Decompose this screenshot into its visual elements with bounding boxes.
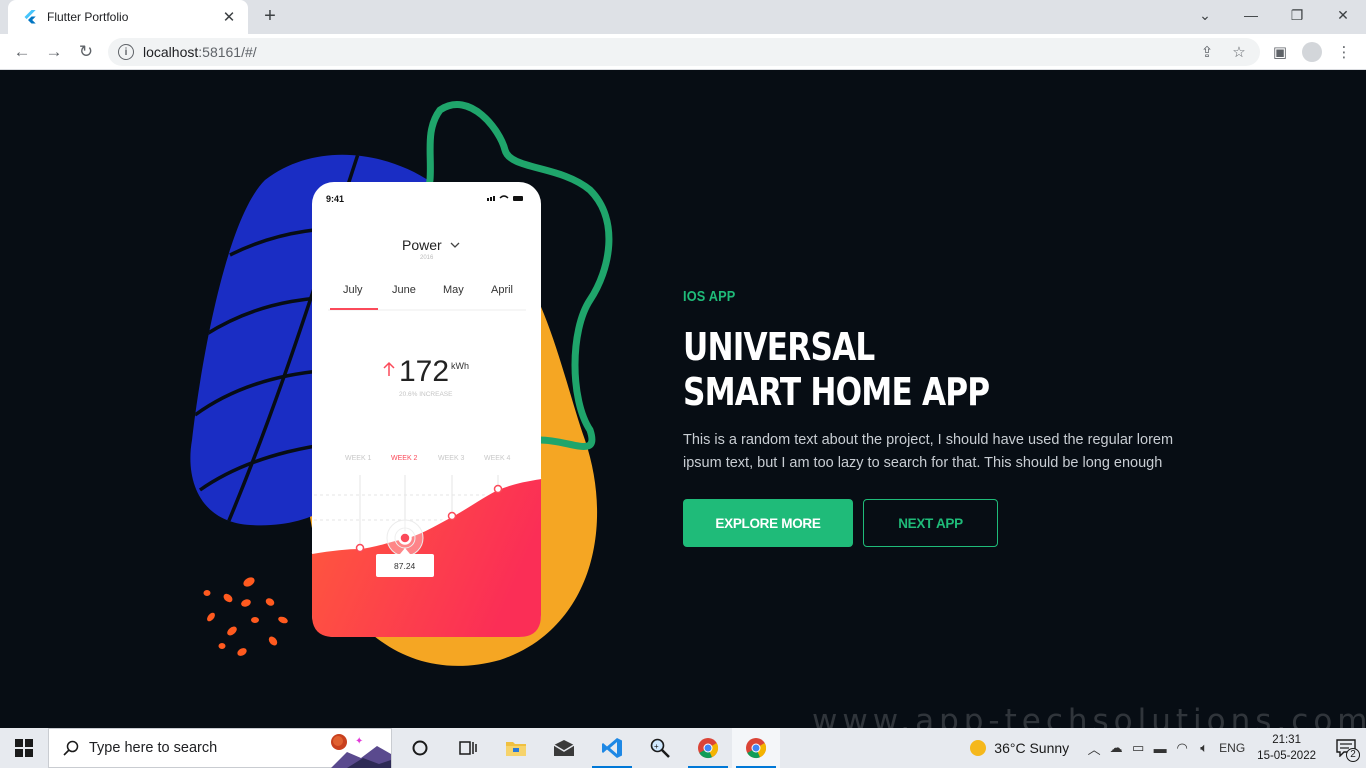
plus-icon[interactable]: + — [258, 5, 282, 29]
device-icon[interactable]: ▭ — [1127, 740, 1149, 756]
search-icon — [63, 740, 79, 756]
url-host: localhost — [143, 44, 199, 60]
info-icon[interactable]: i — [118, 44, 134, 60]
mail-icon[interactable] — [540, 728, 588, 768]
month-april: April — [491, 284, 514, 296]
svg-text:✦: ✦ — [355, 736, 363, 747]
week-2: WEEK 2 — [391, 455, 418, 462]
sidebar-icon[interactable]: ▣ — [1266, 38, 1294, 66]
battery-icon[interactable]: ▬ — [1149, 741, 1171, 756]
svg-text:+: + — [654, 742, 659, 751]
restore-icon[interactable]: ❐ — [1274, 0, 1320, 30]
windows-icon — [15, 739, 33, 757]
url-path: :58161/#/ — [198, 44, 257, 60]
taskbar-search[interactable]: Type here to search ✦ — [48, 728, 392, 768]
chevron-down-icon[interactable]: ⌄ — [1182, 0, 1228, 30]
cloud-icon[interactable]: ☁ — [1105, 740, 1127, 756]
tab-title: Flutter Portfolio — [47, 10, 129, 24]
volume-icon[interactable]: 🔈︎ — [1193, 740, 1215, 756]
close-window-icon[interactable]: ✕ — [1320, 0, 1366, 30]
tab-strip: Flutter Portfolio ✕ + ⌄ — ❐ ✕ — [0, 0, 1366, 34]
system-tray: 36°C Sunny ︿ ☁ ▭ ▬ ◠ 🔈︎ ENG 21:31 15-05-… — [968, 728, 1366, 768]
portfolio-page: 9:41 Power 2016 July June May April 172 … — [0, 70, 1366, 728]
month-july: July — [343, 284, 363, 296]
search-placeholder: Type here to search — [89, 740, 218, 756]
star-icon[interactable]: ☆ — [1228, 42, 1250, 62]
omnibox-actions: ⇪ ☆ — [1196, 42, 1250, 62]
next-app-button[interactable]: NEXT APP — [863, 499, 998, 547]
share-icon[interactable]: ⇪ — [1196, 42, 1218, 62]
title-line-2: SMART HOME APP — [683, 370, 990, 414]
windows-start-button[interactable] — [0, 728, 48, 768]
chrome-icon[interactable] — [684, 728, 732, 768]
chrome-window-icon[interactable] — [732, 728, 780, 768]
project-illustration — [190, 101, 613, 666]
wifi-icon[interactable]: ◠ — [1171, 740, 1193, 756]
reload-icon[interactable]: ↻ — [72, 38, 100, 66]
phone-title: Power — [402, 237, 442, 253]
browser-tab[interactable]: Flutter Portfolio ✕ — [8, 0, 248, 34]
task-view-icon[interactable] — [444, 728, 492, 768]
week-1: WEEK 1 — [345, 455, 372, 462]
month-may: May — [443, 284, 464, 296]
phone-time: 9:41 — [326, 194, 345, 204]
minimize-icon[interactable]: — — [1228, 0, 1274, 30]
weather-text[interactable]: 36°C Sunny — [994, 740, 1069, 756]
confetti — [203, 577, 288, 656]
menu-icon[interactable]: ⋮ — [1330, 38, 1358, 66]
chart-tooltip: 87.24 — [394, 561, 416, 571]
magnifier-icon[interactable]: + — [636, 728, 684, 768]
window-controls: ⌄ — ❐ ✕ — [1182, 0, 1366, 30]
profile-icon[interactable] — [1302, 42, 1322, 62]
hero-text: IOS APP UNIVERSAL SMART HOME APP This is… — [683, 288, 1243, 547]
language-indicator[interactable]: ENG — [1215, 741, 1249, 755]
windows-taskbar: Type here to search ✦ + 36°C Sunny ︿ ☁ ▭… — [0, 728, 1366, 768]
week-4: WEEK 4 — [484, 455, 511, 462]
toolbar-actions: ▣ ⋮ — [1266, 38, 1358, 66]
phone-year: 2016 — [420, 255, 434, 261]
phone-unit: kWh — [451, 361, 469, 371]
hero-actions: EXPLORE MORE NEXT APP — [683, 499, 1243, 547]
phone-subtitle: 20.6% INCREASE — [399, 391, 453, 398]
notification-center[interactable]: 2 — [1326, 728, 1366, 768]
back-icon[interactable]: ← — [8, 38, 36, 66]
clock[interactable]: 21:31 15-05-2022 — [1257, 732, 1316, 764]
chevron-up-icon[interactable]: ︿ — [1083, 739, 1105, 758]
forward-icon[interactable]: → — [40, 38, 68, 66]
clock-date: 15-05-2022 — [1257, 750, 1316, 762]
clock-time: 21:31 — [1272, 734, 1301, 746]
week-3: WEEK 3 — [438, 455, 465, 462]
notification-count: 2 — [1346, 748, 1360, 762]
flutter-icon — [24, 10, 36, 24]
browser-toolbar: ← → ↻ i localhost:58161/#/ ⇪ ☆ ▣ ⋮ — [0, 34, 1366, 70]
taskbar-apps: + — [396, 728, 780, 768]
cortana-icon[interactable] — [396, 728, 444, 768]
month-june: June — [392, 284, 416, 296]
close-icon[interactable]: ✕ — [220, 8, 238, 26]
file-explorer-icon[interactable] — [492, 728, 540, 768]
title-line-1: UNIVERSAL — [683, 325, 875, 369]
sun-icon — [970, 740, 987, 756]
phone-value: 172 — [399, 355, 450, 388]
vscode-icon[interactable] — [588, 728, 636, 768]
address-bar[interactable]: i localhost:58161/#/ ⇪ ☆ — [108, 38, 1260, 66]
explore-more-button[interactable]: EXPLORE MORE — [683, 499, 853, 547]
search-highlight-icon: ✦ — [331, 734, 391, 768]
project-description: This is a random text about the project,… — [683, 432, 1174, 471]
project-title: UNIVERSAL SMART HOME APP — [683, 325, 1142, 415]
project-category: IOS APP — [683, 288, 736, 305]
